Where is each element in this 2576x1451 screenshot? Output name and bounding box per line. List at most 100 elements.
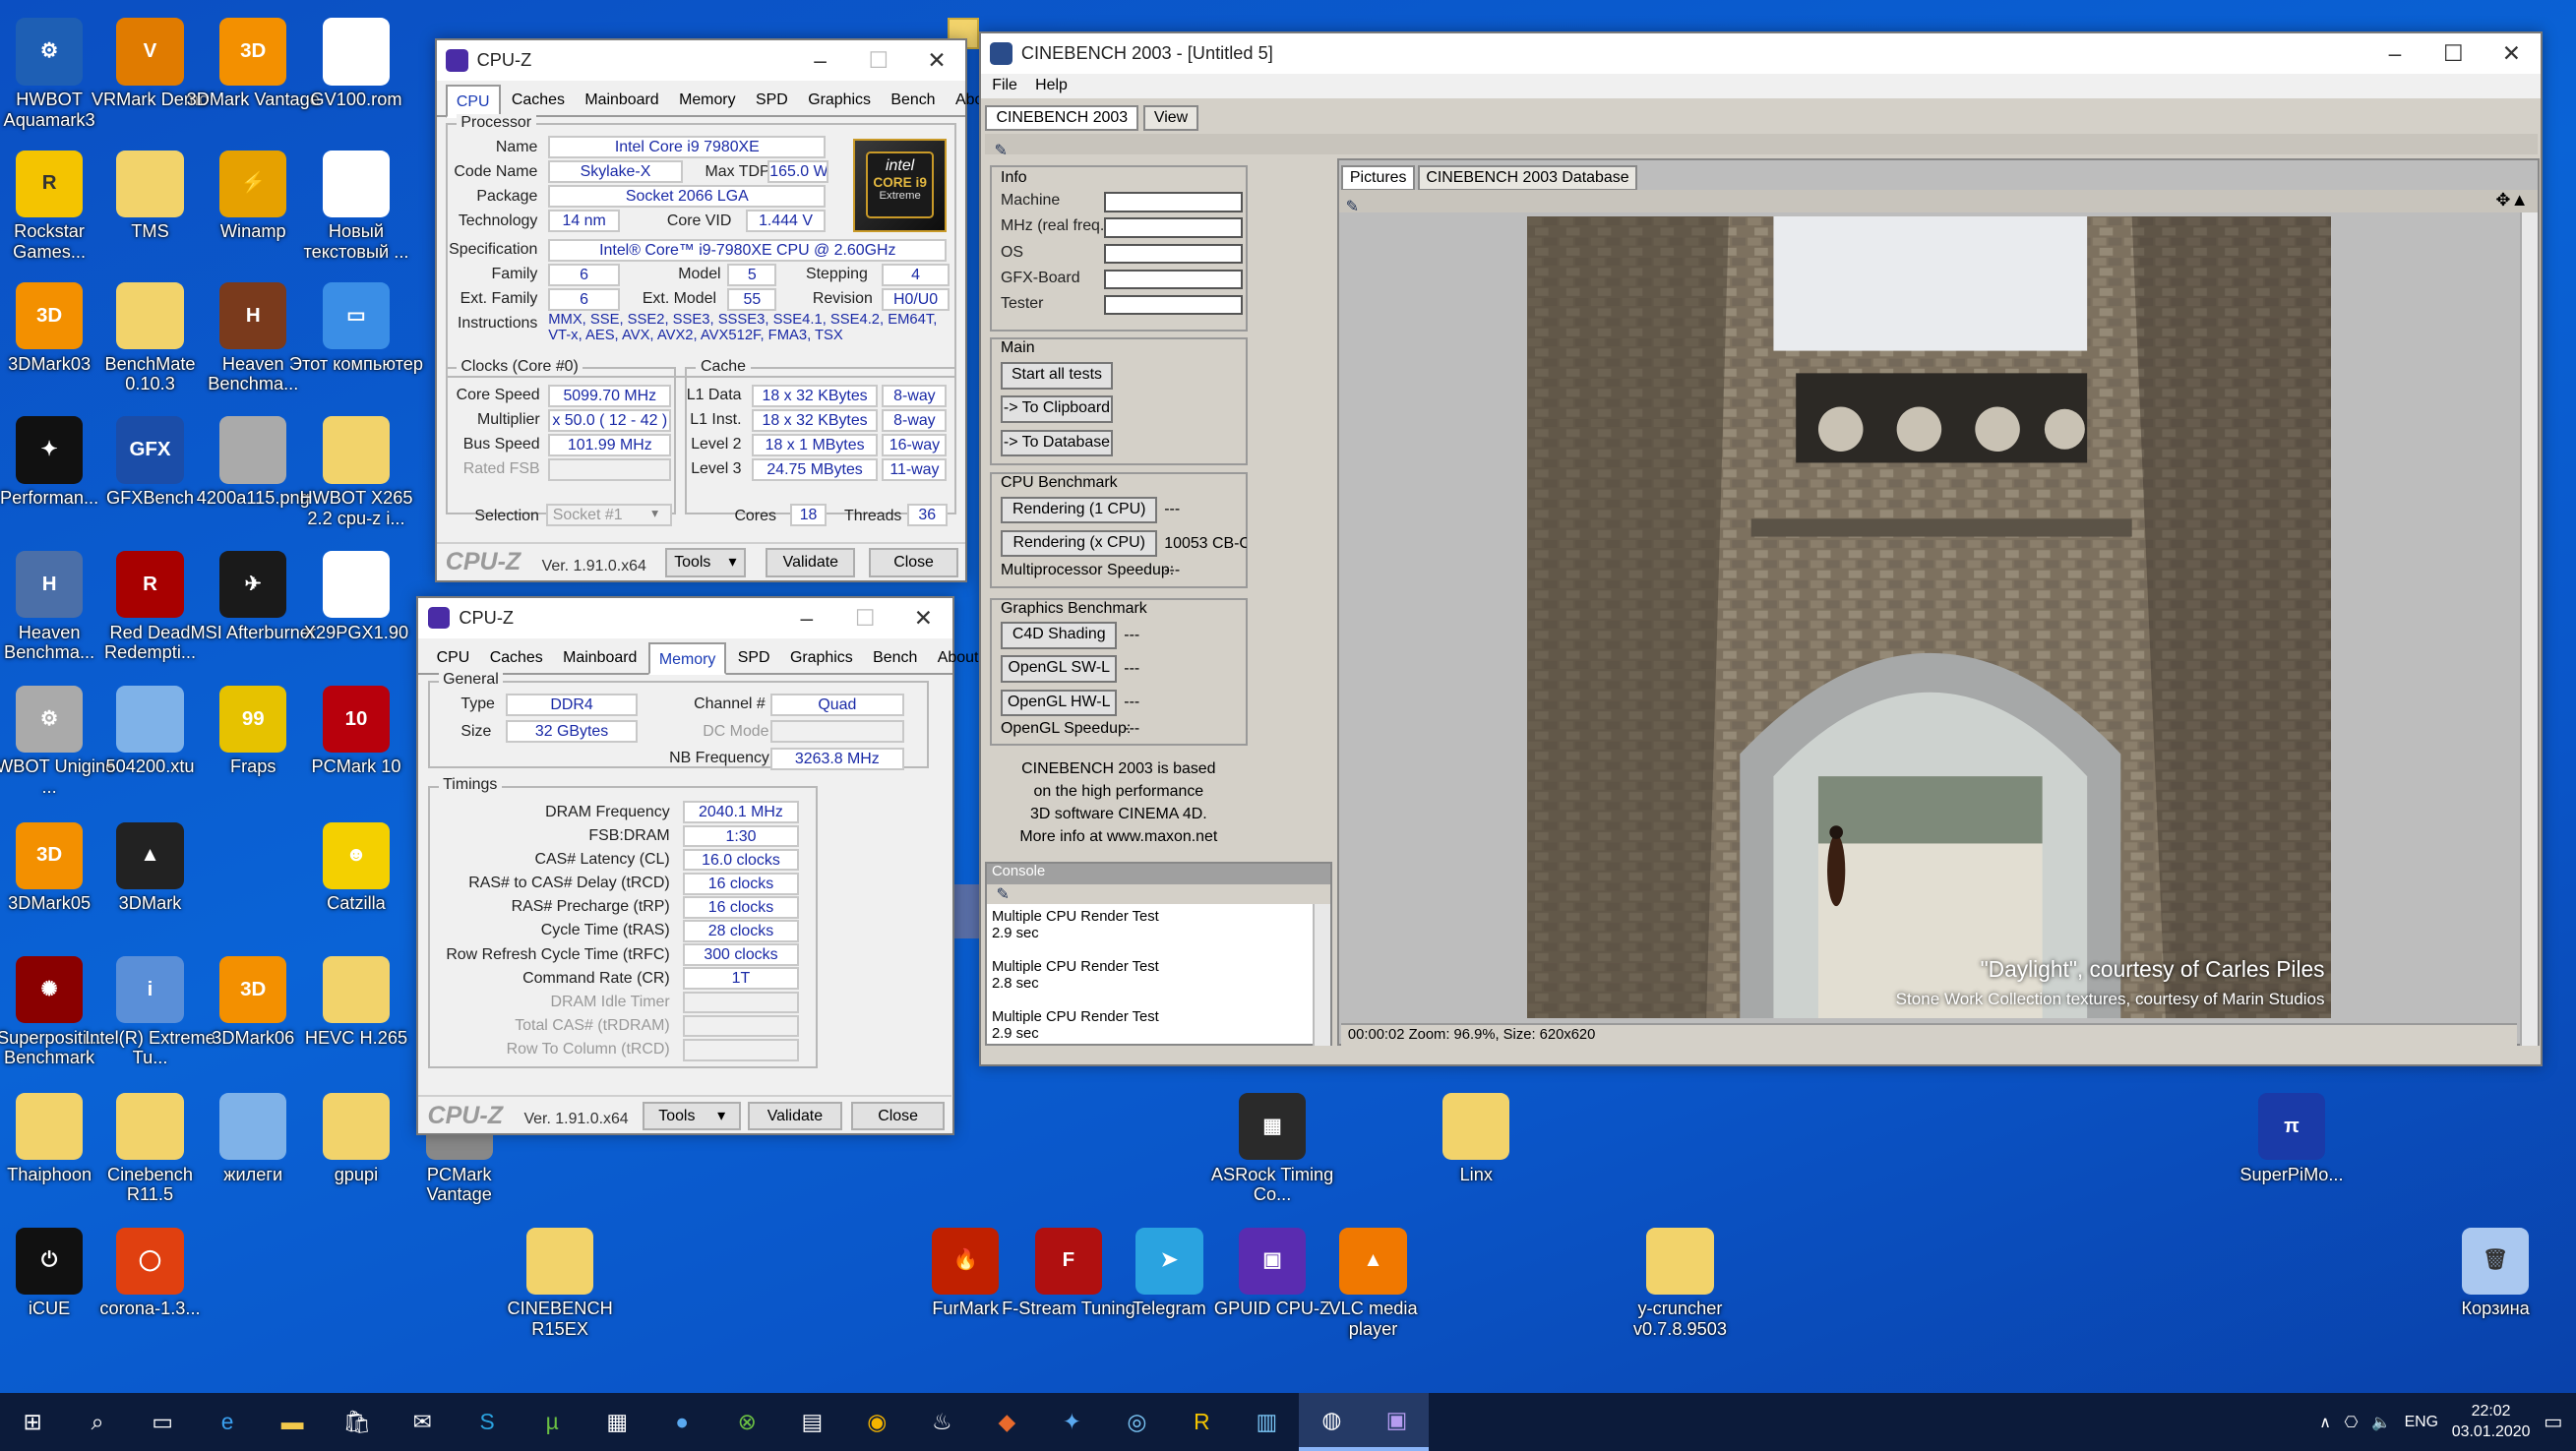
desktop-icon[interactable]: ▲ VLC media player	[1306, 1227, 1441, 1340]
to-clipboard-button[interactable]: -> To Clipboard	[1001, 395, 1113, 423]
edge-icon[interactable]: e	[195, 1393, 260, 1451]
desktop-icon[interactable]: HWBOT X265 2.2 cpu-z i...	[289, 416, 424, 528]
chrome-icon[interactable]: ◉	[844, 1393, 909, 1451]
tab-memory[interactable]: Memory	[670, 85, 745, 115]
maximize-button[interactable]: ☐	[835, 598, 893, 638]
store-icon[interactable]: 🛍	[325, 1393, 390, 1451]
info-field-input[interactable]	[1103, 269, 1243, 290]
tab-cinebench-0[interactable]: CINEBENCH 2003	[985, 104, 1139, 132]
c4d-shading-button[interactable]: C4D Shading	[1001, 622, 1118, 649]
cpuz-cpu-window[interactable]: CPU-Z – ☐ ✕ CPU Caches Mainboard Memory SPD Gra…	[434, 37, 997, 582]
cpuz-memory-titlebar[interactable]: CPU-Z – ☐ ✕	[418, 597, 952, 638]
tab-mainboard[interactable]: Mainboard	[576, 85, 667, 115]
tools-button[interactable]: Tools ▾	[664, 548, 746, 578]
app-icon[interactable]: ◎	[1104, 1393, 1169, 1451]
minimize-button[interactable]: –	[777, 598, 835, 638]
cpuz-memory-window[interactable]: CPU-Z – ☐ ✕ CPU Caches Mainboard Memory SPD Gra…	[416, 595, 978, 1136]
desktop-icon[interactable]: 10 PCMark 10	[289, 685, 424, 777]
info-field-input[interactable]	[1103, 217, 1243, 238]
tab-spd[interactable]: SPD	[747, 85, 797, 115]
task-view-icon[interactable]: ▭	[130, 1393, 195, 1451]
clock[interactable]: 22:02 03.01.2020	[2452, 1402, 2531, 1442]
network-icon[interactable]: ⎔	[2345, 1413, 2359, 1432]
desktop-icon[interactable]: ▦ ASRock Timing Co...	[1205, 1092, 1340, 1205]
app-icon[interactable]: ✦	[1039, 1393, 1104, 1451]
search-icon[interactable]: ⌕	[65, 1393, 130, 1451]
tab-cinebench-1[interactable]: View	[1142, 104, 1199, 132]
mail-icon[interactable]: ✉	[390, 1393, 455, 1451]
desktop-icon[interactable]: y-cruncher v0.7.8.9503	[1613, 1227, 1748, 1340]
maximize-button[interactable]: ☐	[2424, 33, 2483, 74]
render-scrollbar[interactable]	[2520, 212, 2539, 1046]
tab-graphics[interactable]: Graphics	[799, 85, 880, 115]
app-icon[interactable]: ●	[649, 1393, 714, 1451]
skype-icon[interactable]: S	[455, 1393, 520, 1451]
console-scrollbar[interactable]	[1313, 904, 1331, 1046]
close-button[interactable]: ✕	[2483, 33, 2541, 74]
minimize-button[interactable]: –	[2365, 33, 2423, 74]
tab-graphics[interactable]: Graphics	[781, 642, 862, 673]
desktop-icon[interactable]: ◯ corona-1.3...	[83, 1227, 217, 1319]
notifications-icon[interactable]: ▭	[2544, 1410, 2562, 1434]
volume-icon[interactable]: 🔈	[2371, 1413, 2391, 1432]
info-field-input[interactable]	[1103, 243, 1243, 265]
desktop-icon[interactable]: HEVC H.265	[289, 956, 424, 1048]
app-icon[interactable]: ◆	[974, 1393, 1039, 1451]
desktop-icon[interactable]: Новый текстовый ...	[289, 150, 424, 263]
desktop-icon[interactable]: Linx	[1409, 1092, 1544, 1184]
desktop-icon[interactable]: ☻ Catzilla	[289, 821, 424, 914]
rendering-1cpu-button[interactable]: Rendering (1 CPU)	[1001, 496, 1158, 524]
file-explorer-icon[interactable]: ▬	[260, 1393, 325, 1451]
tab-caches[interactable]: Caches	[503, 85, 574, 115]
start-all-tests-button[interactable]: Start all tests	[1001, 362, 1113, 390]
desktop-icon[interactable]: CINEBENCH R15EX	[493, 1227, 628, 1340]
tab-bench[interactable]: Bench	[864, 642, 926, 673]
cpuz-taskbar-icon[interactable]: ▣	[1364, 1393, 1430, 1451]
menu-file[interactable]: File	[992, 77, 1017, 94]
info-field-input[interactable]	[1103, 192, 1243, 212]
app-icon[interactable]: ▦	[584, 1393, 649, 1451]
rendering-xcpu-button[interactable]: Rendering (x CPU)	[1001, 529, 1158, 558]
desktop-icon[interactable]: π SuperPiMo...	[2225, 1092, 2360, 1184]
cinebench-titlebar[interactable]: CINEBENCH 2003 - [Untitled 5] – ☐ ✕	[980, 32, 2541, 74]
calculator-icon[interactable]: ▤	[779, 1393, 844, 1451]
close-button[interactable]: Close	[850, 1101, 946, 1131]
desktop-icon[interactable]: ▲ 3DMark	[83, 821, 217, 914]
rockstar-icon[interactable]: R	[1169, 1393, 1234, 1451]
tab-cpu[interactable]: CPU	[428, 642, 479, 673]
tab-view-1[interactable]: CINEBENCH 2003 Database	[1417, 164, 1638, 192]
maximize-button[interactable]: ☐	[849, 40, 907, 81]
desktop-icon[interactable]: X29PGX1.90	[289, 551, 424, 642]
opengl-hwl-button[interactable]: OpenGL HW-L	[1001, 689, 1118, 716]
opengl-swl-button[interactable]: OpenGL SW-L	[1001, 655, 1118, 683]
validate-button[interactable]: Validate	[748, 1101, 842, 1131]
close-button[interactable]: Close	[869, 548, 959, 578]
desktop-icon[interactable]: 🗑 Корзина	[2428, 1227, 2563, 1319]
close-button[interactable]: ✕	[894, 598, 952, 638]
app-icon[interactable]: ▥	[1234, 1393, 1299, 1451]
tab-spd[interactable]: SPD	[729, 642, 779, 673]
tab-view-0[interactable]: Pictures	[1341, 164, 1416, 192]
xbox-icon[interactable]: ⊗	[714, 1393, 779, 1451]
validate-button[interactable]: Validate	[766, 548, 856, 578]
cinebench-taskbar-icon[interactable]: ◍	[1299, 1393, 1365, 1451]
close-button[interactable]: ✕	[907, 40, 965, 81]
minimize-button[interactable]: –	[791, 40, 849, 81]
tools-button[interactable]: Tools ▾	[643, 1101, 742, 1131]
desktop-icon[interactable]: GV100.rom	[289, 18, 424, 109]
start-button[interactable]: ⊞	[0, 1393, 65, 1451]
tab-mainboard[interactable]: Mainboard	[554, 642, 645, 673]
cpuz-cpu-titlebar[interactable]: CPU-Z – ☐ ✕	[436, 39, 966, 81]
chevron-up-icon[interactable]: ∧	[2319, 1413, 2331, 1432]
cinebench-window[interactable]: CINEBENCH 2003 - [Untitled 5] – ☐ ✕ File He…	[978, 30, 2543, 1066]
info-field-input[interactable]	[1103, 294, 1243, 316]
tab-bench[interactable]: Bench	[882, 85, 944, 115]
desktop-icon[interactable]: ▭ Этот компьютер	[289, 281, 424, 374]
to-database-button[interactable]: -> To Database	[1001, 429, 1113, 456]
steam-icon[interactable]: ♨	[909, 1393, 974, 1451]
chevron-down-icon[interactable]: ▾	[651, 506, 658, 521]
move-zoom-icon[interactable]: ✥▲	[2495, 190, 2528, 211]
utorrent-icon[interactable]: µ	[520, 1393, 584, 1451]
tab-caches[interactable]: Caches	[481, 642, 552, 673]
menu-help[interactable]: Help	[1035, 77, 1068, 94]
